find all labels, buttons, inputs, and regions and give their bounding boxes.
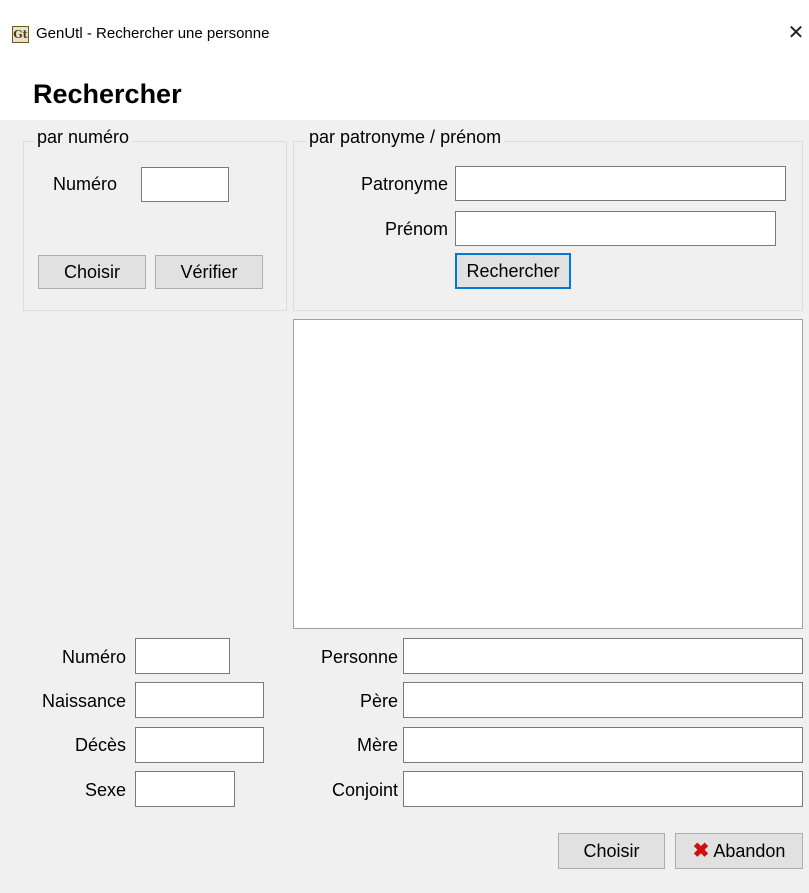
number-search-input[interactable] [141, 167, 229, 202]
surname-label: Patronyme [360, 174, 448, 194]
by-number-legend: par numéro [34, 127, 133, 148]
surname-input[interactable] [455, 166, 786, 201]
firstname-input[interactable] [455, 211, 776, 246]
choose-by-number-button[interactable]: Choisir [38, 255, 146, 289]
close-icon[interactable]: ✕ [786, 21, 806, 45]
person-label: Personne [320, 647, 398, 667]
mother-label: Mère [356, 735, 398, 755]
abandon-button[interactable]: ✖ Abandon [675, 833, 803, 869]
death-field[interactable] [135, 727, 264, 763]
title-bar: Gt GenUtl - Rechercher une personne ✕ [0, 0, 809, 70]
detail-number-label: Numéro [61, 647, 126, 667]
sex-field[interactable] [135, 771, 235, 807]
window-title: GenUtl - Rechercher une personne [36, 25, 270, 42]
detail-number-field[interactable] [135, 638, 230, 674]
verify-button[interactable]: Vérifier [155, 255, 263, 289]
sex-label: Sexe [84, 780, 126, 800]
abandon-label: Abandon [713, 840, 786, 861]
father-field[interactable] [403, 682, 803, 718]
spouse-label: Conjoint [331, 780, 398, 800]
mother-field[interactable] [403, 727, 803, 763]
death-label: Décès [74, 735, 126, 755]
person-field[interactable] [403, 638, 803, 674]
choose-button[interactable]: Choisir [558, 833, 665, 869]
birth-label: Naissance [41, 691, 126, 711]
search-button[interactable]: Rechercher [455, 253, 571, 289]
birth-field[interactable] [135, 682, 264, 718]
firstname-label: Prénom [384, 219, 448, 239]
page-title: Rechercher [33, 79, 182, 110]
results-list[interactable] [293, 319, 803, 629]
close-x-icon: ✖ [692, 840, 710, 862]
father-label: Père [359, 691, 398, 711]
spouse-field[interactable] [403, 771, 803, 807]
by-name-legend: par patronyme / prénom [306, 127, 505, 148]
number-search-label: Numéro [53, 174, 118, 194]
app-icon: Gt [12, 26, 29, 43]
